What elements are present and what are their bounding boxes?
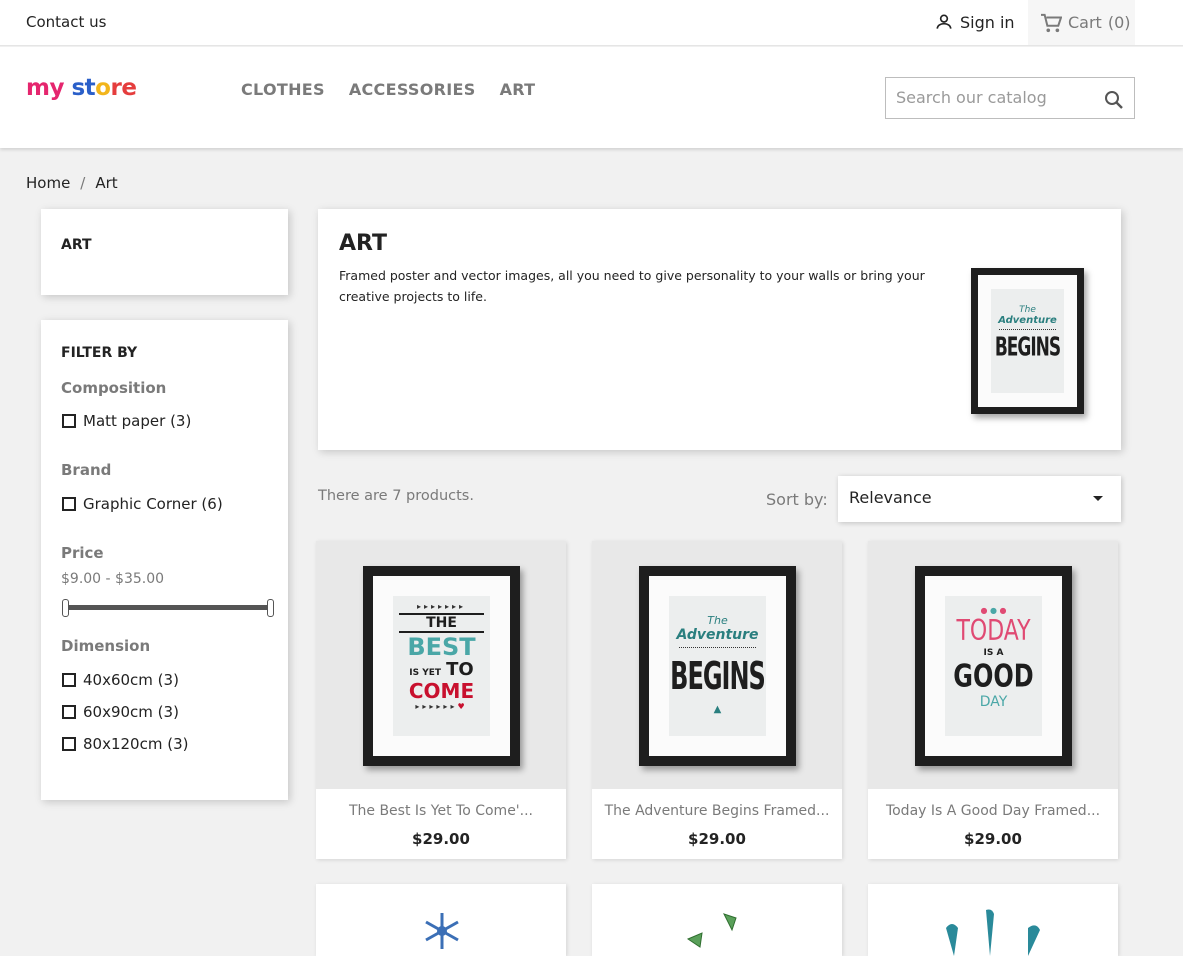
product-name[interactable]: The Best Is Yet To Come'... — [316, 803, 566, 819]
menu-item-art[interactable]: ART — [500, 80, 536, 99]
chevron-down-icon — [1093, 496, 1103, 501]
breadcrumb-home[interactable]: Home — [26, 174, 70, 192]
slider-min-handle[interactable] — [62, 599, 69, 617]
filter-option-60x90[interactable]: 60x90cm (3) — [62, 703, 179, 721]
filter-option-40x60[interactable]: 40x60cm (3) — [62, 671, 179, 689]
breadcrumb-art[interactable]: Art — [95, 174, 117, 192]
breadcrumb-separator: / — [80, 174, 86, 192]
leaf-icon — [686, 913, 737, 948]
slider-track — [65, 605, 270, 610]
product-card[interactable] — [868, 884, 1118, 956]
filter-option-80x120[interactable]: 80x120cm (3) — [62, 735, 188, 753]
breadcrumb: Home / Art — [26, 174, 118, 192]
filter-option-graphic-corner[interactable]: Graphic Corner (6) — [62, 495, 223, 513]
facet-brand-title: Brand — [61, 461, 112, 479]
facet-dimension-title: Dimension — [61, 637, 151, 655]
price-slider[interactable] — [62, 599, 274, 617]
product-name[interactable]: The Adventure Begins Framed... — [592, 803, 842, 819]
sign-in-link[interactable]: Sign in — [934, 12, 1015, 32]
search-icon[interactable] — [1104, 90, 1124, 110]
cart-label: Cart — [1068, 13, 1102, 32]
menu-item-clothes[interactable]: CLOTHES — [241, 80, 325, 99]
filter-option-matt-paper[interactable]: Matt paper (3) — [62, 412, 191, 430]
filter-panel: FILTER BY Composition Matt paper (3) Bra… — [41, 320, 288, 800]
sign-in-label: Sign in — [960, 12, 1015, 32]
product-card[interactable]: The Adventure BEGINS ▲ The Adventure Beg… — [592, 541, 842, 859]
facet-composition-title: Composition — [61, 379, 167, 397]
checkbox[interactable] — [62, 673, 76, 687]
category-description: Framed poster and vector images, all you… — [339, 268, 925, 304]
filter-title: FILTER BY — [61, 345, 138, 361]
product-price: $29.00 — [412, 830, 470, 848]
cart-button[interactable]: Cart (0) — [1028, 0, 1135, 45]
product-card[interactable] — [592, 884, 842, 956]
checkbox[interactable] — [62, 737, 76, 751]
category-image: The Adventure BEGINS — [971, 268, 1084, 414]
cart-icon — [1041, 13, 1062, 32]
contact-us-link[interactable]: Contact us — [26, 13, 106, 31]
checkbox[interactable] — [62, 497, 76, 511]
product-price: $29.00 — [688, 830, 746, 848]
checkbox[interactable] — [62, 705, 76, 719]
sort-label: Sort by: — [766, 490, 828, 509]
site-header: my store CLOTHES ACCESSORIES ART — [0, 47, 1183, 148]
cart-count: (0) — [1107, 13, 1131, 32]
search-box — [885, 77, 1135, 119]
sort-value: Relevance — [849, 488, 932, 507]
slider-max-handle[interactable] — [267, 599, 274, 617]
product-count: There are 7 products. — [318, 488, 474, 504]
feathers-icon — [946, 909, 1040, 956]
page-title: ART — [339, 231, 387, 256]
user-icon — [936, 14, 952, 29]
store-logo[interactable]: my store — [26, 75, 137, 101]
checkbox[interactable] — [62, 414, 76, 428]
main-menu: CLOTHES ACCESSORIES ART — [241, 80, 535, 99]
facet-price-title: Price — [61, 544, 104, 562]
category-block: ART — [41, 209, 288, 295]
product-card[interactable] — [316, 884, 566, 956]
top-bar: Contact us Sign in Cart (0) — [0, 0, 1183, 46]
category-header: ART Framed poster and vector images, all… — [318, 209, 1121, 450]
sort-dropdown[interactable]: Relevance — [838, 476, 1121, 522]
product-thumbnail[interactable]: ● ● ● TODAY IS A GOOD DAY — [868, 541, 1118, 789]
product-price: $29.00 — [964, 830, 1022, 848]
search-input[interactable] — [896, 88, 1096, 107]
price-range-label: $9.00 - $35.00 — [61, 571, 165, 587]
product-thumbnail[interactable]: ▸▸▸▸▸▸▸ THE BEST IS YET TO COME ▸▸▸▸▸▸♥ — [316, 541, 566, 789]
menu-item-accessories[interactable]: ACCESSORIES — [349, 80, 476, 99]
product-card[interactable]: ▸▸▸▸▸▸▸ THE BEST IS YET TO COME ▸▸▸▸▸▸♥ … — [316, 541, 566, 859]
product-card[interactable]: ● ● ● TODAY IS A GOOD DAY Today Is A Goo… — [868, 541, 1118, 859]
product-thumbnail[interactable]: The Adventure BEGINS ▲ — [592, 541, 842, 789]
product-name[interactable]: Today Is A Good Day Framed... — [868, 803, 1118, 819]
snowflake-icon — [425, 913, 459, 949]
category-title[interactable]: ART — [61, 237, 92, 253]
